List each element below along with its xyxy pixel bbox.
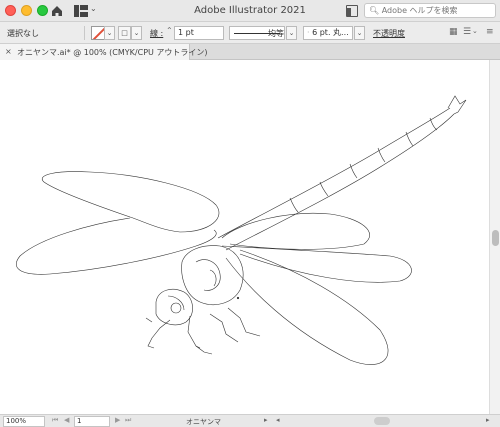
abdomen-tip [447,95,467,115]
uniform-label: 均等 [268,29,284,38]
scroll-left-icon[interactable]: ◂ [276,416,280,424]
hindwing-lower [225,249,389,365]
transform-icon[interactable]: ☰ [463,27,471,37]
forewing-right [221,212,370,250]
help-search-placeholder: Adobe ヘルプを検索 [381,6,458,15]
selection-status: 選択なし [7,29,39,38]
divider [84,26,85,40]
brush-dot-icon: · [307,28,310,37]
next-artboard-icon[interactable]: ▶ [115,416,120,424]
close-tab-icon[interactable]: × [5,47,12,56]
opacity-link[interactable]: 不透明度 [373,28,405,39]
stroke-color-dropdown[interactable]: ⌄ [104,26,115,40]
leg-rear [209,313,239,343]
dragonfly-artwork[interactable] [0,60,489,414]
artboard-number-field[interactable]: 1 [74,416,110,427]
scroll-right-icon[interactable]: ▸ [486,416,490,424]
align-icon[interactable]: ▦ [449,27,458,37]
illustrator-window: ⌄ Adobe Illustrator 2021 🔍︎ Adobe ヘルプを検索… [0,0,500,427]
fill-none-swatch[interactable]: □ [118,26,131,40]
panel-layout-icon[interactable] [346,5,358,17]
stroke-color-swatch[interactable] [91,26,105,40]
document-title: オニヤンマ.ai* @ 100% (CMYK/CPU アウトライン) [17,48,208,57]
last-artboard-icon[interactable]: ⏭ [125,416,131,425]
abdomen [217,107,455,251]
hindwing-right [221,245,412,283]
horizontal-scroll-thumb[interactable] [374,417,390,425]
document-tab[interactable]: × オニヤンマ.ai* @ 100% (CMYK/CPU アウトライン) [0,44,208,60]
brush-dropdown[interactable]: ⌄ [354,26,365,40]
head [155,289,193,326]
help-search-input[interactable]: 🔍︎ Adobe ヘルプを検索 [364,3,496,18]
title-bar: ⌄ Adobe Illustrator 2021 🔍︎ Adobe ヘルプを検索 [0,0,500,22]
stroke-weight-stepper-icon[interactable]: ⌃ [166,26,173,35]
previous-artboard-icon[interactable]: ◀ [64,416,69,424]
brush-definition-field[interactable]: · 6 pt. 丸... [303,26,353,40]
vertical-scroll-thumb[interactable] [492,230,499,246]
stroke-label[interactable]: 線 : [150,28,163,39]
document-tab-bar: × オニヤンマ.ai* @ 100% (CMYK/CPU アウトライン) [0,44,500,60]
profile-dropdown[interactable]: ⌄ [286,26,297,40]
first-artboard-icon[interactable]: ⏮ [52,416,58,425]
forewing-left [42,171,220,233]
artboard-name: オニヤンマ [186,418,221,426]
fill-dropdown[interactable]: ⌄ [131,26,142,40]
leg-mid [187,315,213,355]
hindwing-left [15,217,217,275]
status-bar: 100% ⏮ ◀ 1 ▶ ⏭ オニヤンマ ▸ ◂ ▸ [0,414,500,427]
stroke-weight-field[interactable]: 1 pt [174,26,224,40]
chevron-down-icon[interactable]: ⌄ [472,27,478,35]
control-bar: 選択なし ⌄ □ ⌄ 線 : ⌃ 1 pt 均等 ⌄ · 6 pt. 丸... … [0,22,500,44]
vertical-scrollbar[interactable] [489,60,500,414]
zoom-field[interactable]: 100% [3,416,45,427]
panel-menu-icon[interactable]: ≡ [486,27,494,37]
status-menu-arrow-icon[interactable]: ▸ [264,416,268,424]
artboard-canvas[interactable] [0,60,489,414]
thorax [181,245,244,305]
leg-front [147,319,171,349]
search-icon: 🔍︎ [369,6,380,15]
brush-definition-label: 6 pt. 丸... [312,28,349,37]
